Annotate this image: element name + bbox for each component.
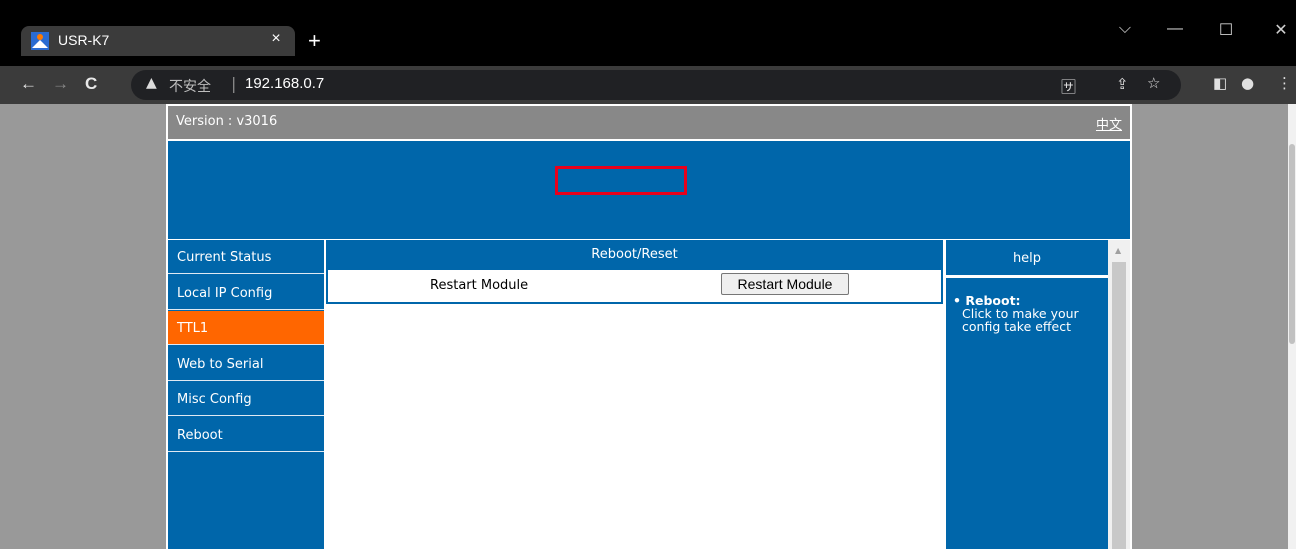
restart-module-button[interactable]: Restart Module [721,273,849,295]
share-icon[interactable]: ⇪ [1116,75,1129,93]
sidebar-item-ttl1[interactable]: TTL1 [168,311,324,345]
reload-button[interactable]: C [85,74,97,94]
sidebar-item-misc-config[interactable]: Misc Config [168,382,324,416]
version-text: Version : v3016 [176,114,278,129]
help-text: • Reboot: Click to make your config take… [953,294,1103,333]
help-panel: help • Reboot: Click to make your config… [946,240,1108,549]
new-tab-button[interactable]: + [308,28,321,54]
tab-title: USR-K7 [58,32,110,48]
help-scrollbar[interactable]: ▲ [1108,240,1130,549]
security-label[interactable]: 不安全 [169,76,211,96]
help-title: help [946,240,1108,278]
page-scrollbar[interactable] [1288,104,1296,549]
version-bar: Version : v3016 中文 [168,106,1130,139]
site-favicon-icon [31,32,49,50]
translate-icon[interactable]: 🈂 [1061,76,1076,97]
menu-icon[interactable]: ⋮ [1277,74,1292,92]
sidebar-item-web-to-serial[interactable]: Web to Serial [168,347,324,381]
restart-row-label: Restart Module [430,278,529,293]
tab-strip: USR-K7 × + ⌵ — ☐ ✕ [0,10,1296,66]
highlight-box [555,166,687,195]
minimize-button[interactable]: — [1160,20,1190,38]
url-separator: | [231,74,237,93]
sidebar-menu: Current Status Local IP Config TTL1 Web … [168,240,324,549]
close-window-button[interactable]: ✕ [1266,20,1296,40]
scroll-up-icon[interactable]: ▲ [1115,246,1121,255]
warning-icon[interactable]: ▲ [146,75,157,91]
browser-toolbar: ← → C ▲ 不安全 | 192.168.0.7 🈂 ⇪ ☆ ◧ ● ⋮ [0,66,1296,104]
browser-window: USR-K7 × + ⌵ — ☐ ✕ ← → C ▲ 不安全 | 192.168… [0,0,1296,549]
sidebar-item-local-ip-config[interactable]: Local IP Config [168,276,324,310]
help-scrollbar-thumb[interactable] [1112,262,1126,549]
address-bar[interactable]: ▲ 不安全 | 192.168.0.7 🈂 ⇪ ☆ [131,70,1181,100]
sidebar-item-reboot[interactable]: Reboot [168,418,324,452]
tab-search-icon[interactable]: ⌵ [1110,20,1140,38]
browser-tab[interactable]: USR-K7 × [21,26,295,56]
forward-button[interactable]: → [52,74,69,94]
page-scrollbar-thumb[interactable] [1289,144,1295,344]
main-content: Reboot/Reset Restart Module Restart Modu… [326,240,943,549]
maximize-button[interactable]: ☐ [1211,20,1241,40]
url-text[interactable]: 192.168.0.7 [245,75,324,92]
language-link[interactable]: 中文 [1096,114,1122,133]
help-bullet: • [953,293,961,308]
sidepanel-icon[interactable]: ◧ [1213,74,1227,92]
sidebar-item-current-status[interactable]: Current Status [168,240,324,274]
section-title: Reboot/Reset [326,240,943,270]
profile-icon[interactable]: ● [1241,74,1254,92]
star-icon[interactable]: ☆ [1147,74,1160,92]
tab-close-icon[interactable]: × [266,30,286,48]
help-description: Click to make your config take effect [962,306,1079,334]
restart-row: Restart Module Restart Module [326,270,943,304]
back-button[interactable]: ← [20,74,37,94]
